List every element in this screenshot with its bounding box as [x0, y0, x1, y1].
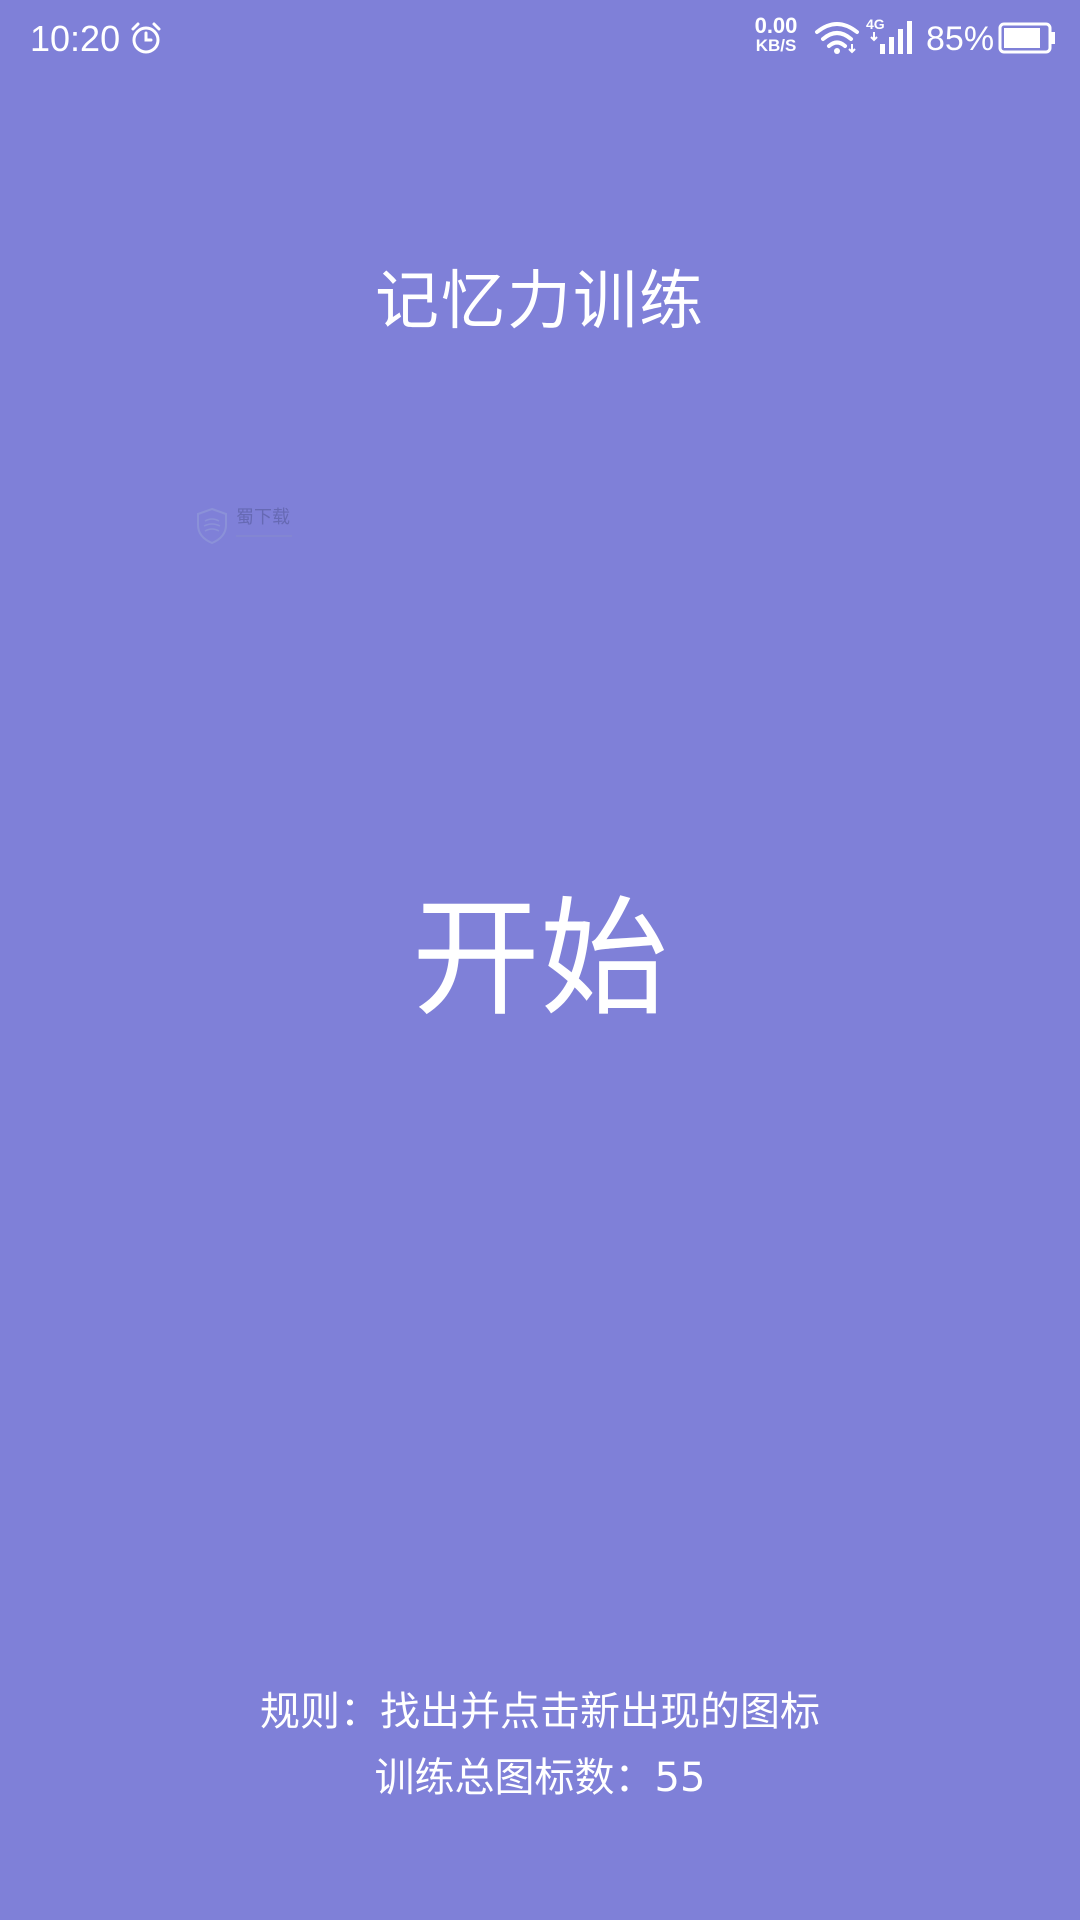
page-title: 记忆力训练 — [375, 265, 705, 339]
battery-percent: 85% — [926, 20, 995, 58]
shield-icon — [197, 507, 227, 545]
watermark-underline — [236, 535, 292, 537]
watermark-logo: 蜀下载 — [196, 505, 296, 549]
alarm-icon — [131, 22, 161, 54]
start-button[interactable]: 开始 — [340, 880, 740, 1040]
status-bar: 10:20 0.00 KB/S 4G 85% — [0, 0, 1080, 80]
rules-text: 规则：找出并点击新出现的图标 — [260, 1689, 820, 1735]
wifi-icon — [815, 22, 859, 54]
battery-icon — [998, 22, 1055, 54]
network-speed-unit: KB/S — [755, 36, 797, 55]
network-speed-value: 0.00 — [754, 13, 798, 38]
status-time: 10:20 — [30, 18, 121, 59]
network-speed: 0.00 KB/S — [748, 13, 804, 56]
watermark-text: 蜀下载 — [236, 507, 290, 528]
cellular-signal-icon — [870, 21, 912, 54]
total-icons-count: 训练总图标数：55 — [374, 1755, 706, 1801]
